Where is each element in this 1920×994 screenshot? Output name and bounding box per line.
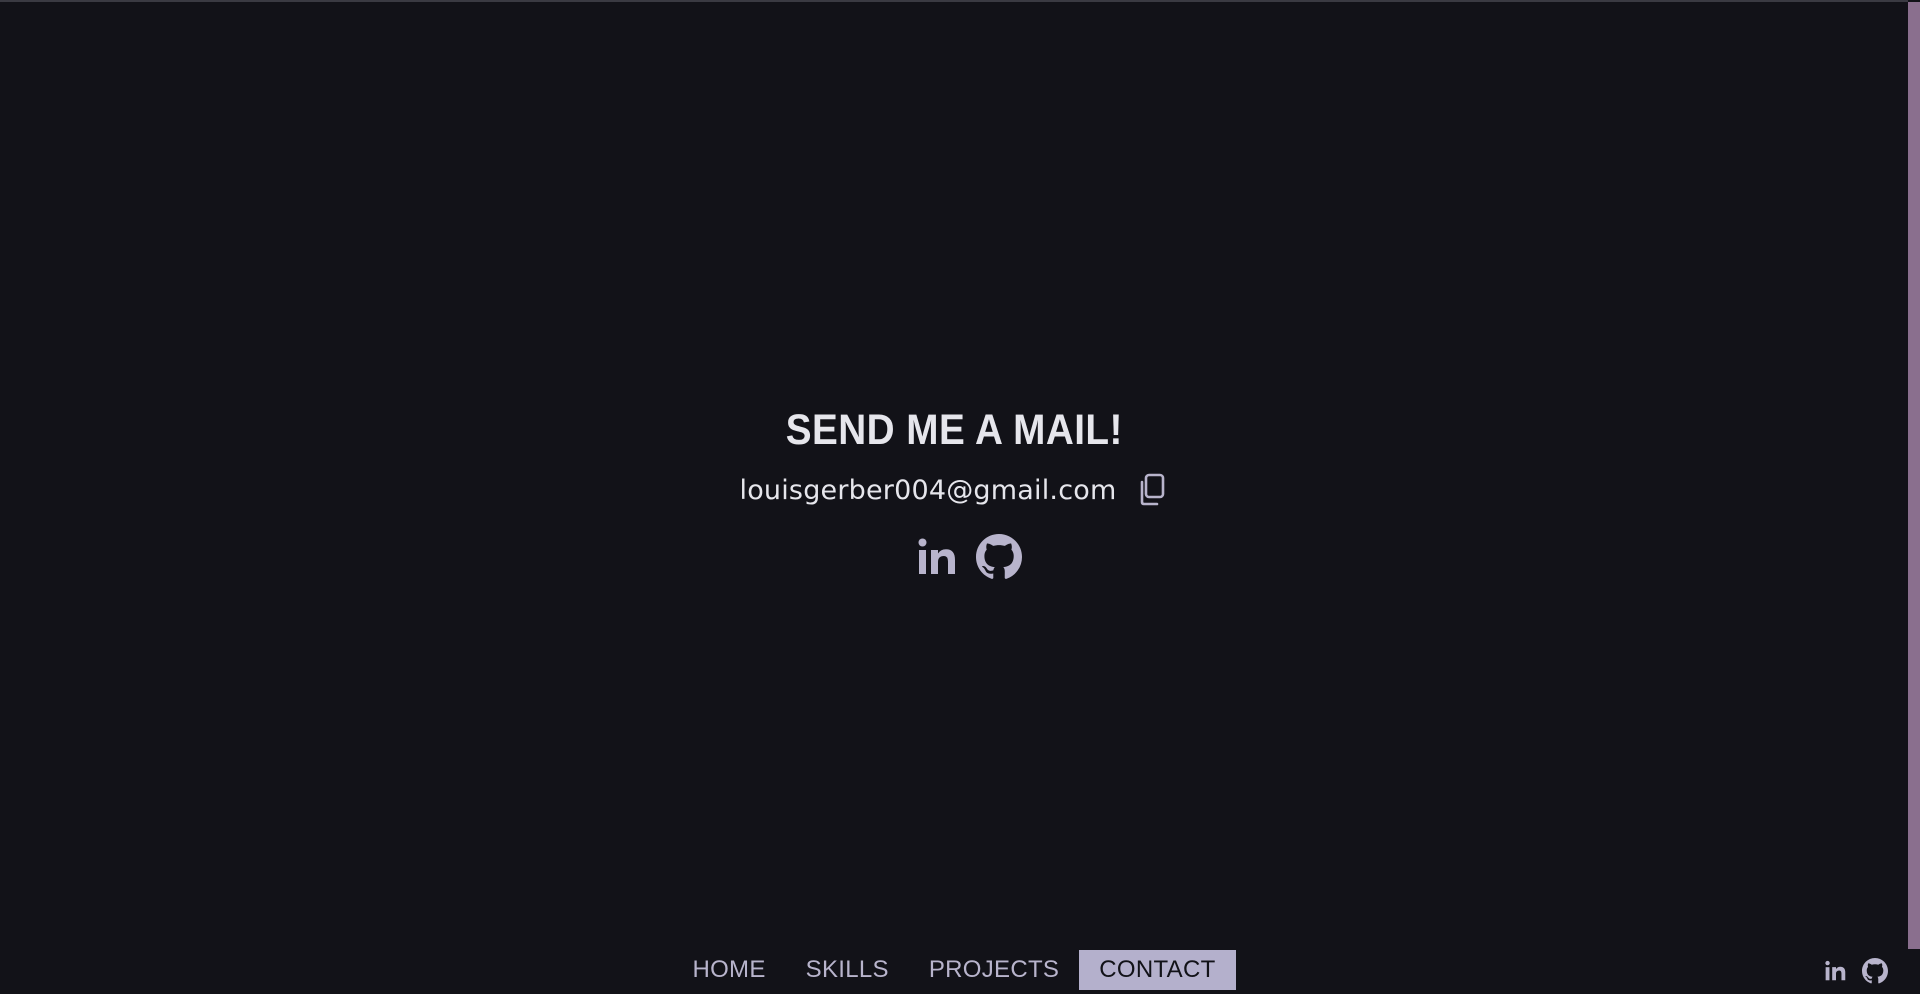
github-link[interactable] — [976, 534, 1022, 580]
social-links — [916, 534, 1022, 580]
linkedin-link[interactable] — [916, 535, 960, 579]
corner-social-links — [1824, 958, 1888, 984]
nav-item-projects[interactable]: PROJECTS — [909, 950, 1079, 990]
corner-github-link[interactable] — [1862, 958, 1888, 984]
nav-item-skills[interactable]: SKILLS — [786, 950, 909, 990]
bottom-nav: HOME SKILLS PROJECTS CONTACT — [0, 950, 1908, 990]
copy-email-button[interactable] — [1134, 472, 1168, 508]
page: SEND ME A MAIL! louisgerber004@gmail.com — [0, 0, 1920, 994]
scrollbar-thumb[interactable] — [1908, 2, 1920, 949]
linkedin-icon — [1825, 960, 1846, 981]
contact-section: SEND ME A MAIL! louisgerber004@gmail.com — [0, 400, 1908, 580]
email-address[interactable]: louisgerber004@gmail.com — [740, 475, 1117, 506]
email-row: louisgerber004@gmail.com — [740, 468, 1169, 512]
nav-items: HOME SKILLS PROJECTS CONTACT — [672, 950, 1236, 990]
contact-heading: SEND ME A MAIL! — [785, 406, 1123, 454]
github-icon — [976, 534, 1022, 579]
nav-item-home[interactable]: HOME — [672, 950, 785, 990]
copy-icon — [1141, 473, 1165, 506]
top-border — [0, 0, 1920, 2]
github-icon — [1862, 958, 1888, 984]
scrollbar-track[interactable] — [1908, 0, 1920, 994]
corner-linkedin-link[interactable] — [1824, 959, 1848, 983]
nav-item-contact[interactable]: CONTACT — [1079, 950, 1236, 990]
linkedin-icon — [918, 538, 955, 574]
